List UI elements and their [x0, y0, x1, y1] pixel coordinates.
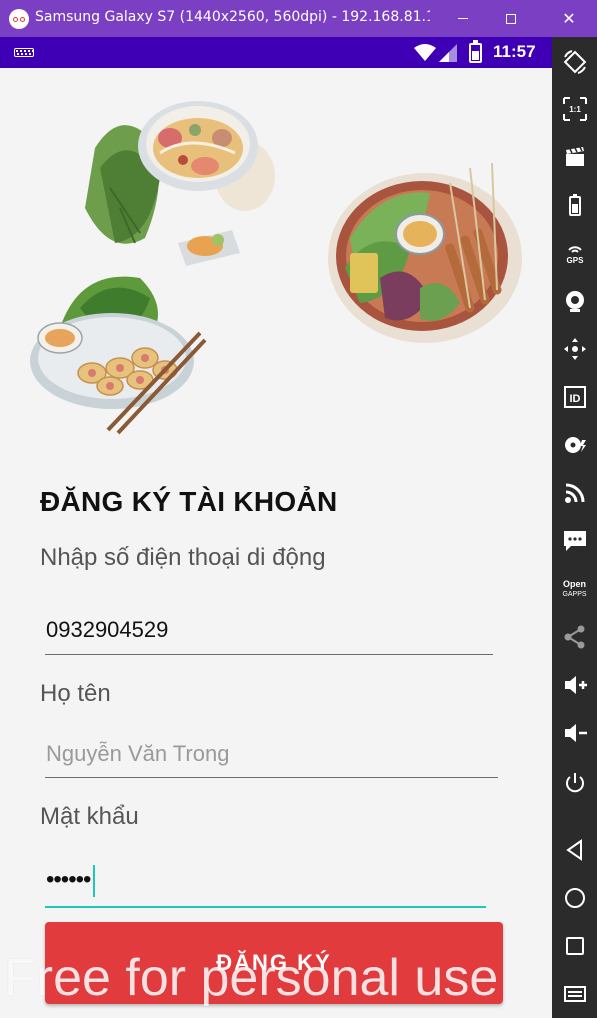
window-title: Samsung Galaxy S7 (1440x2560, 560dpi) - …: [35, 9, 430, 25]
gps-button[interactable]: GPS: [552, 233, 597, 273]
pixel-perfect-icon: 1:1: [562, 97, 587, 121]
screencast-icon: [565, 146, 584, 166]
network-icon: [564, 483, 584, 503]
rotate-icon: [563, 50, 586, 74]
phone-input-underline: [45, 653, 493, 655]
disk-io-button[interactable]: [552, 425, 597, 465]
minimize-icon: [458, 18, 468, 19]
svg-text:GPS: GPS: [566, 256, 584, 265]
minimize-button[interactable]: [440, 0, 486, 37]
register-button[interactable]: ĐĂNG KÝ: [45, 922, 503, 1004]
sms-icon: [563, 531, 586, 551]
share-button[interactable]: [552, 617, 597, 657]
volume-up-icon: [564, 676, 587, 694]
food-illustration: [30, 101, 522, 435]
opengapps-icon: Open GAPPS: [562, 578, 587, 598]
phone-input[interactable]: 0932904529: [45, 613, 495, 655]
android-status-bar: 11:57: [0, 37, 552, 68]
disk-icon: [564, 437, 586, 453]
phone-prompt-label: Nhập số điện thoại di động: [40, 544, 326, 571]
menu-icon: [563, 986, 586, 1002]
battery-button[interactable]: [552, 185, 597, 225]
recents-icon: [565, 937, 584, 955]
maximize-button[interactable]: [488, 0, 534, 37]
close-button[interactable]: ✕: [546, 0, 592, 37]
name-label: Họ tên: [40, 680, 111, 707]
screencast-button[interactable]: [552, 137, 597, 177]
pixel-perfect-button[interactable]: 1:1: [552, 89, 597, 129]
network-button[interactable]: [552, 473, 597, 513]
keyboard-icon: [14, 48, 34, 57]
sms-button[interactable]: [552, 521, 597, 561]
noodle-bowl-illustration: [85, 101, 275, 266]
gps-icon: GPS: [566, 246, 584, 265]
svg-text:ID: ID: [569, 393, 580, 405]
name-input[interactable]: Nguyễn Văn Trong: [45, 738, 500, 778]
text-cursor: [93, 865, 95, 897]
volume-up-button[interactable]: [552, 665, 597, 705]
camera-button[interactable]: [552, 281, 597, 321]
camera-icon: [565, 291, 584, 312]
wifi-icon: [414, 44, 436, 61]
rotate-button[interactable]: [552, 42, 597, 82]
battery-icon: [568, 194, 581, 216]
identifiers-icon: ID: [563, 386, 586, 408]
power-button[interactable]: [552, 763, 597, 803]
status-clock: 11:57: [493, 42, 536, 61]
identifiers-button[interactable]: ID: [552, 377, 597, 417]
back-button[interactable]: [552, 830, 597, 870]
dpad-icon: [563, 338, 586, 360]
volume-down-button[interactable]: [552, 713, 597, 753]
home-button[interactable]: [552, 878, 597, 918]
menu-button[interactable]: [552, 974, 597, 1014]
skewer-tray-illustration: [328, 162, 522, 343]
register-screen: ĐĂNG KÝ TÀI KHOẢN Nhập số điện thoại di …: [0, 68, 552, 1018]
back-icon: [565, 839, 582, 861]
title-bar: Samsung Galaxy S7 (1440x2560, 560dpi) - …: [0, 0, 597, 37]
password-label: Mật khẩu: [40, 803, 139, 830]
opengapps-button[interactable]: Open GAPPS: [552, 569, 597, 609]
password-input[interactable]: ••••••: [45, 864, 488, 908]
register-button-label: ĐĂNG KÝ: [216, 950, 332, 975]
page-title: ĐĂNG KÝ TÀI KHOẢN: [40, 486, 338, 517]
signal-icon: [439, 44, 457, 62]
recents-button[interactable]: [552, 926, 597, 966]
dpad-button[interactable]: [552, 329, 597, 369]
home-icon: [564, 888, 585, 908]
close-icon: ✕: [562, 8, 576, 28]
password-input-value: ••••••: [46, 866, 91, 893]
emulator-toolbar: 1:1 GPS ID Open GAPPS: [552, 37, 597, 1018]
svg-text:1:1: 1:1: [569, 105, 581, 114]
phone-input-value: 0932904529: [46, 617, 169, 642]
pancake-plate-illustration: [30, 276, 207, 435]
password-input-underline: [45, 906, 486, 908]
volume-down-icon: [564, 724, 587, 742]
emulator-window: Samsung Galaxy S7 (1440x2560, 560dpi) - …: [0, 0, 597, 1018]
battery-status-icon: [469, 40, 482, 63]
maximize-icon: [506, 13, 516, 24]
power-icon: [565, 773, 584, 793]
share-icon: [564, 625, 584, 649]
name-input-underline: [45, 776, 498, 778]
genymotion-logo-icon: [9, 9, 29, 29]
name-input-placeholder: Nguyễn Văn Trong: [46, 741, 230, 766]
